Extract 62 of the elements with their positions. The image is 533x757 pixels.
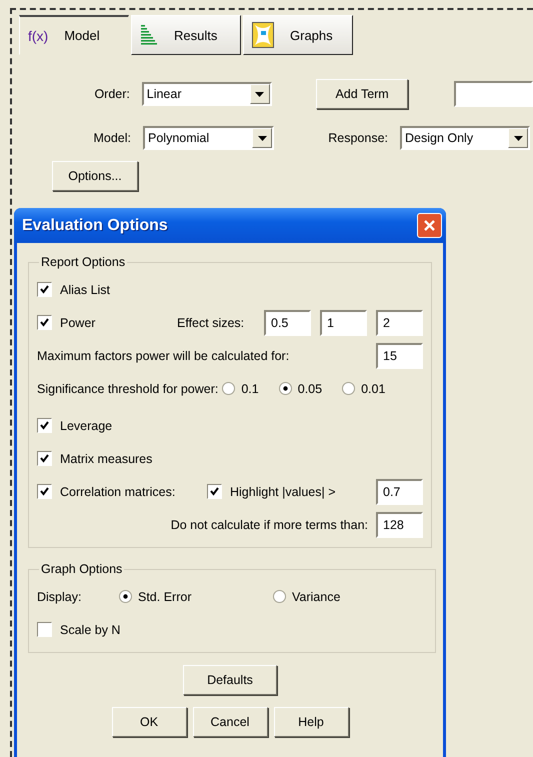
- effect-size-field[interactable]: 2: [376, 310, 423, 336]
- radio-button[interactable]: [222, 382, 236, 395]
- checkbox-label: Alias List: [60, 282, 110, 296]
- group-label: Report Options: [40, 255, 126, 269]
- radio-label: 0.05: [298, 382, 322, 396]
- dropdown-arrow-icon: [514, 136, 522, 140]
- tab[interactable]: f(x) Model: [19, 15, 129, 55]
- window-title: Evaluation Options: [22, 216, 168, 234]
- list-icon: [140, 24, 158, 46]
- graph-icon: [252, 22, 274, 48]
- field-label: Response:: [327, 131, 388, 145]
- close-icon: [423, 219, 436, 232]
- checkbox-label: Scale by N: [60, 622, 120, 636]
- radio-label: Std. Error: [138, 590, 192, 604]
- add-term-button[interactable]: Add Term: [316, 79, 408, 109]
- field-label: Significance threshold for power:: [37, 382, 218, 396]
- radio-button[interactable]: [278, 382, 292, 395]
- radio-label: 0.01: [361, 382, 386, 396]
- field-label: Display:: [37, 590, 82, 604]
- field-label: Do not calculate if more terms than:: [170, 518, 368, 532]
- checkbox-label: Correlation matrices:: [60, 484, 176, 498]
- checkbox[interactable]: [37, 418, 52, 433]
- checkbox-label: Leverage: [60, 418, 112, 432]
- formula-icon: f(x): [28, 28, 48, 44]
- checkbox[interactable]: [37, 282, 52, 297]
- dropdown-arrow-icon: [258, 136, 266, 140]
- radio-button[interactable]: [273, 590, 286, 603]
- dropdown-arrow-icon: [255, 92, 264, 96]
- checkbox[interactable]: [37, 315, 52, 330]
- checkbox-label: Matrix measures: [60, 452, 152, 466]
- tab[interactable]: Results: [131, 15, 241, 55]
- dialog-button[interactable]: Help: [274, 707, 348, 737]
- checkbox[interactable]: [207, 484, 222, 499]
- effect-size-field[interactable]: 1: [320, 310, 367, 336]
- dialog-button[interactable]: OK: [112, 707, 186, 737]
- field-label: Order:: [93, 87, 130, 101]
- checkbox[interactable]: [37, 484, 52, 499]
- max-factors-field[interactable]: 15: [376, 342, 423, 368]
- defaults-button[interactable]: Defaults: [183, 665, 277, 695]
- group-label: Graph Options: [40, 562, 124, 576]
- highlight-threshold-field[interactable]: 0.7: [376, 478, 423, 504]
- term-field[interactable]: [454, 81, 533, 107]
- field-label: Model:: [92, 131, 131, 145]
- close-button[interactable]: [417, 213, 442, 238]
- radio-button[interactable]: [119, 590, 132, 603]
- checkbox[interactable]: [37, 451, 52, 466]
- dialog-button[interactable]: Cancel: [192, 707, 268, 737]
- radio-label: 0.1: [241, 382, 259, 396]
- effect-size-field[interactable]: 0.5: [264, 310, 311, 336]
- radio-label: Variance: [292, 590, 340, 604]
- options-button[interactable]: Options...: [52, 161, 138, 191]
- radio-button[interactable]: [342, 382, 356, 395]
- response-dropdown[interactable]: Design Only: [400, 126, 530, 150]
- order-dropdown[interactable]: Linear: [142, 82, 272, 106]
- checkbox[interactable]: [37, 622, 52, 637]
- field-label: Effect sizes:: [177, 316, 244, 330]
- checkbox-label: Power: [60, 316, 96, 330]
- checkbox-label: Highlight |values| >: [230, 484, 336, 498]
- field-label: Maximum factors power will be calculated for:: [37, 348, 290, 362]
- model-dropdown[interactable]: Polynomial: [143, 126, 274, 150]
- tab[interactable]: Graphs: [243, 15, 353, 55]
- terms-limit-field[interactable]: 128: [376, 512, 423, 538]
